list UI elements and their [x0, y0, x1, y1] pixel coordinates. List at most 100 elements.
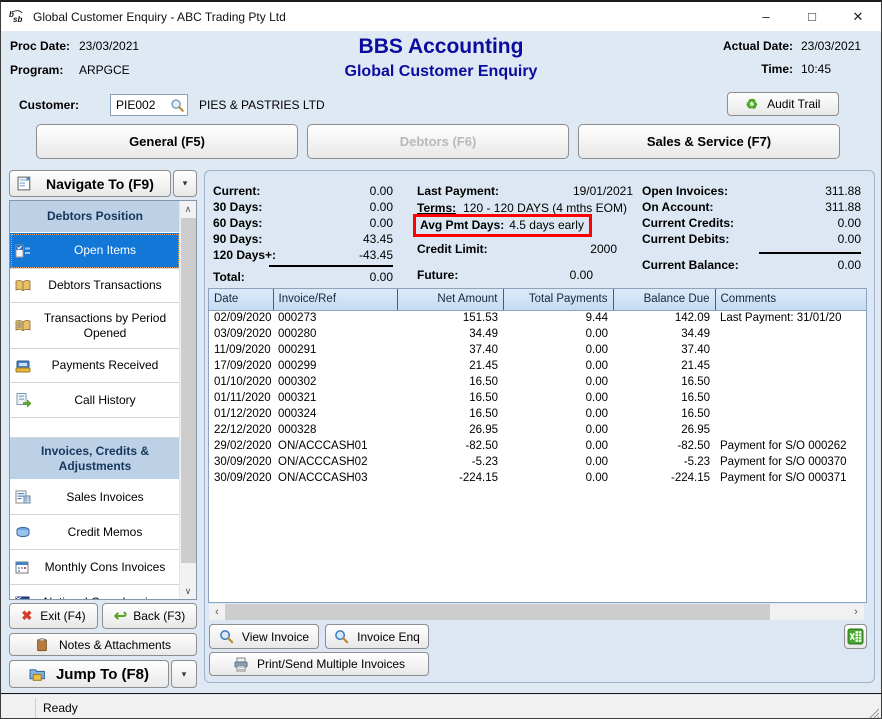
invoice-row[interactable]: 29/02/2020 ON/ACCCASH01 -82.50 0.00 -82.…	[209, 438, 866, 454]
on-account-value: 311.88	[825, 200, 861, 214]
cell-invoice-ref: 000324	[273, 406, 397, 422]
sidebar-item-call-history[interactable]: Call History	[10, 383, 180, 418]
col-date[interactable]: Date	[209, 289, 273, 310]
navigate-to-button[interactable]: Navigate To (F9)	[9, 170, 171, 197]
sidebar-item-payments-received[interactable]: Payments Received	[10, 349, 180, 383]
window-title: Global Customer Enquiry - ABC Trading Pt…	[33, 10, 286, 24]
call-history-icon	[15, 393, 31, 408]
invoice-row[interactable]: 17/09/2020 000299 21.45 0.00 21.45	[209, 358, 866, 374]
sidebar-item-sales-invoices[interactable]: Sales Invoices	[10, 480, 180, 515]
cell-invoice-ref: 000321	[273, 390, 397, 406]
jump-to-dropdown[interactable]: ▾	[171, 660, 197, 688]
magnifier-icon	[219, 629, 234, 644]
scroll-up-icon[interactable]: ∧	[180, 201, 196, 217]
current-credits-label: Current Credits:	[642, 216, 734, 230]
back-arrow-icon: ↩	[114, 606, 127, 626]
cash-register-icon	[15, 359, 31, 373]
customer-search-icon[interactable]	[170, 98, 185, 113]
sidebar-item-credit-memos[interactable]: Credit Memos	[10, 515, 180, 550]
audit-trail-button[interactable]: ♻ Audit Trail	[727, 92, 839, 116]
aging-total-rule	[269, 265, 393, 267]
col-comments[interactable]: Comments	[715, 289, 866, 310]
table-horizontal-scrollbar[interactable]: ‹ ›	[209, 604, 864, 620]
export-excel-button[interactable]	[844, 624, 867, 649]
minimize-icon: –	[762, 9, 769, 24]
time-value: 10:45	[801, 62, 873, 76]
exit-button[interactable]: ✖ Exit (F4)	[9, 603, 98, 629]
customer-code-input[interactable]: PIE002	[110, 94, 188, 116]
notes-attachments-button[interactable]: Notes & Attachments	[9, 633, 197, 656]
cell-total-payments: 0.00	[503, 358, 613, 374]
invoice-row[interactable]: 30/09/2020 ON/ACCCASH03 -224.15 0.00 -22…	[209, 470, 866, 486]
resize-grip-icon[interactable]	[868, 707, 879, 718]
balance-rule	[759, 252, 861, 254]
time-label: Time:	[761, 62, 793, 76]
maximize-button[interactable]: □	[789, 2, 835, 31]
recycle-icon: ♻	[746, 96, 759, 113]
days30-value: 0.00	[370, 200, 393, 214]
invoice-row[interactable]: 01/11/2020 000321 16.50 0.00 16.50	[209, 390, 866, 406]
minimize-button[interactable]: –	[743, 2, 789, 31]
back-button[interactable]: ↩ Back (F3)	[102, 603, 197, 629]
cell-comments	[715, 326, 866, 342]
col-net-amount[interactable]: Net Amount	[397, 289, 503, 310]
cell-comments: Payment for S/O 000262	[715, 438, 866, 454]
print-send-invoices-button[interactable]: Print/Send Multiple Invoices	[209, 652, 429, 676]
col-invoice-ref[interactable]: Invoice/Ref	[273, 289, 397, 310]
cell-total-payments: 0.00	[503, 342, 613, 358]
calendar-icon	[15, 560, 31, 574]
invoice-row[interactable]: 03/09/2020 000280 34.49 0.00 34.49	[209, 326, 866, 342]
current-balance-value: 0.00	[838, 258, 861, 272]
hscrollbar-thumb[interactable]	[225, 604, 770, 620]
cell-total-payments: 9.44	[503, 310, 613, 326]
close-button[interactable]: ✕	[835, 2, 881, 31]
invoice-row[interactable]: 01/10/2020 000302 16.50 0.00 16.50	[209, 374, 866, 390]
cell-total-payments: 0.00	[503, 438, 613, 454]
scroll-right-icon[interactable]: ›	[848, 604, 864, 620]
cell-net-amount: 16.50	[397, 406, 503, 422]
status-bar: Ready	[1, 695, 881, 719]
credit-memo-icon	[15, 525, 31, 539]
cell-net-amount: 34.49	[397, 326, 503, 342]
tab-general[interactable]: General (F5)	[36, 124, 298, 159]
invoice-enq-button[interactable]: Invoice Enq	[325, 624, 429, 649]
cell-total-payments: 0.00	[503, 470, 613, 486]
cell-date: 29/02/2020	[209, 438, 273, 454]
close-icon: ✕	[853, 9, 864, 25]
invoice-row[interactable]: 02/09/2020 000273 151.53 9.44 142.09 Las…	[209, 310, 866, 326]
navigation-list: Debtors Position Open Items Debtors Tran…	[9, 200, 197, 600]
sidebar-item-debtors-transactions[interactable]: Debtors Transactions	[10, 269, 180, 303]
maximize-icon: □	[808, 9, 816, 24]
future-label: Future:	[417, 268, 458, 282]
cell-invoice-ref: ON/ACCCASH01	[273, 438, 397, 454]
invoice-row[interactable]: 11/09/2020 000291 37.40 0.00 37.40	[209, 342, 866, 358]
invoice-row[interactable]: 01/12/2020 000324 16.50 0.00 16.50	[209, 406, 866, 422]
cell-net-amount: 37.40	[397, 342, 503, 358]
scroll-down-icon[interactable]: ∨	[180, 583, 196, 599]
navigate-to-dropdown[interactable]: ▾	[173, 170, 197, 197]
credit-limit-label: Credit Limit:	[417, 242, 488, 256]
tab-sales-service[interactable]: Sales & Service (F7)	[578, 124, 840, 159]
invoice-row[interactable]: 30/09/2020 ON/ACCCASH02 -5.23 0.00 -5.23…	[209, 454, 866, 470]
tab-debtors[interactable]: Debtors (F6)	[307, 124, 569, 159]
scrollbar-thumb[interactable]	[181, 218, 196, 563]
cell-comments	[715, 406, 866, 422]
scroll-left-icon[interactable]: ‹	[209, 604, 225, 620]
cell-invoice-ref: ON/ACCCASH02	[273, 454, 397, 470]
sidebar-item-monthly-cons-invoices[interactable]: Monthly Cons Invoices	[10, 550, 180, 585]
view-invoice-button[interactable]: View Invoice	[209, 624, 319, 649]
jump-to-button[interactable]: Jump To (F8)	[9, 660, 169, 688]
magnifier-icon	[334, 629, 349, 644]
invoice-row[interactable]: 22/12/2020 000328 26.95 0.00 26.95	[209, 422, 866, 438]
cell-comments	[715, 390, 866, 406]
current-debits-value: 0.00	[838, 232, 861, 246]
excel-icon	[847, 628, 864, 645]
sidebar-item-transactions-by-period[interactable]: Transactions by Period Opened	[10, 303, 180, 349]
sidebar-scrollbar[interactable]: ∧ ∨	[179, 201, 196, 599]
col-total-payments[interactable]: Total Payments	[503, 289, 613, 310]
checklist-icon	[15, 244, 31, 258]
sidebar-item-open-items[interactable]: Open Items	[10, 233, 180, 269]
sidebar-item-empty	[10, 418, 180, 438]
col-balance-due[interactable]: Balance Due	[613, 289, 715, 310]
sidebar-item-national-cons-invoices[interactable]: National Cons Invoices	[10, 585, 180, 600]
